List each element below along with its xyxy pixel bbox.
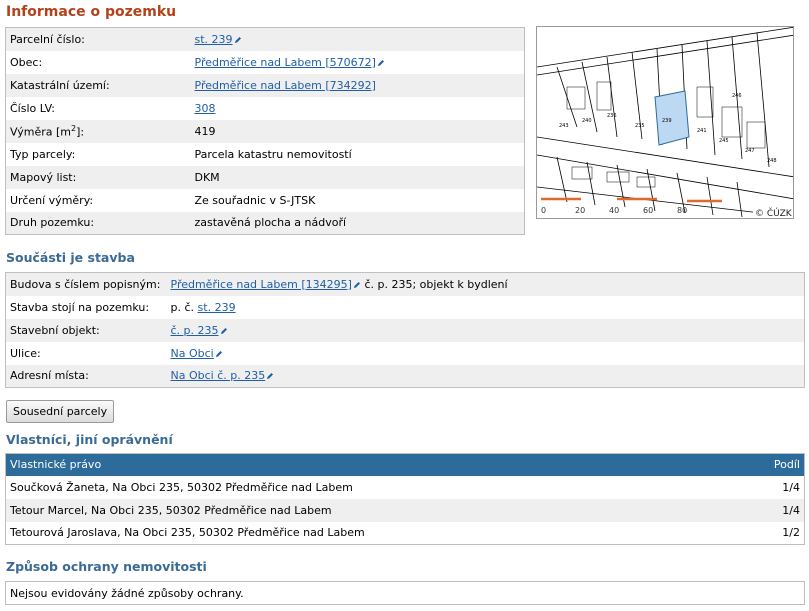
building-label: Budova s číslem popisným: — [5, 272, 167, 296]
map-sheet-label: Mapový list: — [5, 165, 191, 189]
area-determination-value: Ze souřadnic v S-JTSK — [190, 188, 525, 212]
protection-table: Nejsou evidovány žádné způsoby ochrany. — [5, 581, 805, 605]
svg-text:239: 239 — [662, 118, 672, 124]
map-copyright: © ČÚZK — [755, 207, 793, 219]
owner-share: 1/4 — [735, 475, 805, 499]
svg-text:247: 247 — [745, 148, 755, 154]
table-row: Číslo LV: 308 — [5, 96, 525, 120]
address-link[interactable]: Na Obci č. p. 235 — [171, 369, 266, 382]
edit-pencil-icon[interactable] — [353, 281, 361, 289]
street-label: Ulice: — [5, 341, 167, 365]
parcel-info-table: Parcelní číslo: st. 239 Obec: Předměřice… — [5, 27, 525, 235]
owner-name: Součková Žaneta, Na Obci 235, 50302 Před… — [5, 475, 736, 499]
table-row: Stavební objekt: č. p. 235 — [5, 318, 805, 342]
scale-label: 80 — [677, 206, 687, 215]
owners-section-title: Vlastníci, jiní oprávnění — [6, 432, 173, 447]
svg-text:240: 240 — [582, 118, 592, 124]
cadastral-map[interactable]: 239 235 241 245 247 236 240 243 248 246 … — [536, 26, 794, 219]
edit-pencil-icon[interactable] — [234, 36, 242, 44]
building-description: č. p. 235; objekt k bydlení — [360, 277, 508, 291]
edit-pencil-icon[interactable] — [266, 372, 274, 380]
owner-name: Tetourová Jaroslava, Na Obci 235, 50302 … — [5, 521, 736, 545]
table-row: Stavba stojí na pozemku: p. č. st. 239 — [5, 295, 805, 319]
land-type-value: zastavěná plocha a nádvoří — [190, 211, 525, 235]
table-row: Ulice: Na Obci — [5, 341, 805, 365]
table-row: Druh pozemku: zastavěná plocha a nádvoří — [5, 211, 525, 235]
building-object-label: Stavební objekt: — [5, 318, 167, 342]
svg-text:243: 243 — [559, 123, 569, 129]
scale-label: 0 — [541, 206, 546, 215]
municipality-link[interactable]: Předměřice nad Labem [570672] — [195, 56, 376, 69]
svg-text:248: 248 — [767, 158, 777, 164]
parcel-type-value: Parcela katastru nemovitostí — [190, 142, 525, 166]
ownership-column-header: Vlastnické právo — [5, 453, 736, 476]
stands-on-label: Stavba stojí na pozemku: — [5, 295, 167, 319]
table-row: Mapový list: DKM — [5, 165, 525, 189]
owners-header-row: Vlastnické právo Podíl — [5, 453, 805, 476]
scale-label: 20 — [575, 206, 585, 215]
parcel-number-label: Parcelní číslo: — [5, 27, 191, 51]
lv-number-label: Číslo LV: — [5, 96, 191, 120]
map-sheet-value: DKM — [190, 165, 525, 189]
protection-text: Nejsou evidovány žádné způsoby ochrany. — [5, 581, 805, 605]
parcel-type-label: Typ parcely: — [5, 142, 191, 166]
table-row: Katastrální území: Předměřice nad Labem … — [5, 73, 525, 97]
scale-label: 40 — [609, 206, 619, 215]
table-row: Typ parcely: Parcela katastru nemovitost… — [5, 142, 525, 166]
address-label: Adresní místa: — [5, 364, 167, 388]
cadastral-area-label: Katastrální území: — [5, 73, 191, 97]
highlighted-parcel — [654, 90, 690, 146]
table-row: Parcelní číslo: st. 239 — [5, 27, 525, 51]
table-row: Budova s číslem popisným: Předměřice nad… — [5, 272, 805, 296]
owner-share: 1/4 — [735, 498, 805, 522]
area-determination-label: Určení výměry: — [5, 188, 191, 212]
page-title: Informace o pozemku — [6, 4, 177, 20]
svg-text:235: 235 — [635, 123, 645, 129]
land-type-label: Druh pozemku: — [5, 211, 191, 235]
svg-text:241: 241 — [697, 128, 707, 134]
area-value: 419 — [190, 119, 525, 143]
street-link[interactable]: Na Obci — [171, 347, 214, 360]
table-row: Určení výměry: Ze souřadnic v S-JTSK — [5, 188, 525, 212]
parcel-number-link[interactable]: st. 239 — [195, 33, 233, 46]
table-row: Výměra [m2]: 419 — [5, 119, 525, 143]
area-label: Výměra [m2]: — [5, 119, 191, 143]
protection-section-title: Způsob ochrany nemovitosti — [6, 559, 207, 574]
svg-text:245: 245 — [719, 138, 729, 144]
svg-text:246: 246 — [732, 93, 742, 99]
neighbor-parcels-button[interactable]: Sousední parcely — [6, 400, 115, 423]
building-object-link[interactable]: č. p. 235 — [171, 324, 219, 337]
table-row: Součková Žaneta, Na Obci 235, 50302 Před… — [5, 475, 805, 499]
building-section-title: Součásti je stavba — [6, 250, 135, 265]
table-row: Adresní místa: Na Obci č. p. 235 — [5, 364, 805, 388]
owner-name: Tetour Marcel, Na Obci 235, 50302 Předmě… — [5, 498, 736, 522]
svg-text:236: 236 — [607, 113, 617, 119]
owner-share: 1/2 — [735, 521, 805, 545]
cadastral-map-drawing: 239 235 241 245 247 236 240 243 248 246 … — [537, 27, 793, 219]
stands-on-link[interactable]: st. 239 — [198, 301, 236, 314]
municipality-label: Obec: — [5, 50, 191, 74]
stands-on-prefix: p. č. — [170, 300, 198, 314]
lv-number-link[interactable]: 308 — [195, 102, 216, 115]
table-row: Tetourová Jaroslava, Na Obci 235, 50302 … — [5, 521, 805, 545]
table-row: Tetour Marcel, Na Obci 235, 50302 Předmě… — [5, 498, 805, 522]
edit-pencil-icon[interactable] — [215, 350, 223, 358]
share-column-header: Podíl — [735, 453, 805, 476]
edit-pencil-icon[interactable] — [220, 327, 228, 335]
table-row: Obec: Předměřice nad Labem [570672] — [5, 50, 525, 74]
owners-table: Vlastnické právo Podíl Součková Žaneta, … — [5, 453, 805, 545]
building-table: Budova s číslem popisným: Předměřice nad… — [5, 272, 805, 388]
building-link[interactable]: Předměřice nad Labem [134295] — [171, 278, 352, 291]
table-row: Nejsou evidovány žádné způsoby ochrany. — [5, 581, 805, 605]
edit-pencil-icon[interactable] — [377, 59, 385, 67]
cadastral-area-link[interactable]: Předměřice nad Labem [734292] — [195, 79, 376, 92]
scale-label: 60 — [643, 206, 653, 215]
